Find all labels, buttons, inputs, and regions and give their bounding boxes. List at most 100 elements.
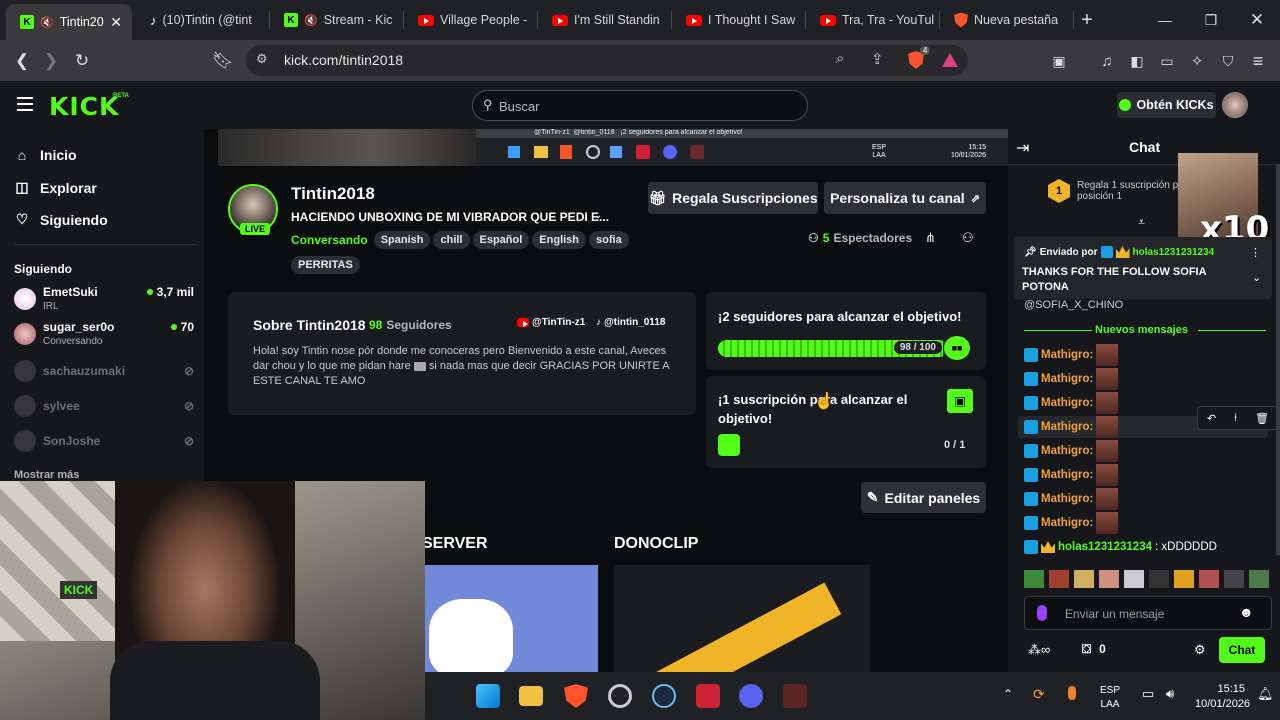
chat-message[interactable]: Mathigro: — [1024, 416, 1119, 438]
browser-tab-active[interactable]: K 🔇 Tintin20 ✕ — [6, 4, 132, 40]
chat-message[interactable]: Mathigro: — [1024, 392, 1119, 414]
microphone-icon[interactable] — [1068, 686, 1076, 700]
browser-tab[interactable]: I'm Still Standin — [538, 0, 672, 40]
site-settings-icon[interactable]: ⚙ — [256, 51, 268, 67]
emote-icon[interactable] — [1024, 570, 1044, 588]
chat-username[interactable]: Mathigro: — [1041, 493, 1093, 505]
chat-message[interactable]: Mathigro: — [1024, 464, 1119, 486]
app-icon[interactable] — [783, 684, 807, 708]
donoclip-panel[interactable] — [614, 565, 870, 672]
category-link[interactable]: Conversando — [291, 233, 368, 247]
sidebar-channel-sonjoshe[interactable]: SonJoshe ⊘ — [14, 427, 194, 457]
send-chat-button[interactable]: Chat — [1219, 637, 1265, 663]
new-tab-button[interactable]: + — [1074, 0, 1100, 40]
tag[interactable]: Spanish — [373, 231, 431, 249]
show-more-link[interactable]: Mostrar más — [14, 469, 79, 481]
chat-username[interactable]: Mathigro: — [1041, 373, 1093, 385]
microphone-icon[interactable] — [1037, 605, 1047, 621]
tag[interactable]: sofia — [589, 231, 629, 249]
chat-message[interactable]: Mathigro: — [1024, 512, 1119, 534]
tray-chevron-icon[interactable]: ⌃ — [1003, 687, 1013, 701]
share-icon[interactable]: ⋔ — [925, 230, 936, 246]
chat-message-input[interactable]: Enviar un mensaje ☻ — [1024, 596, 1272, 630]
youtube-link[interactable]: @TinTin-z1 — [517, 317, 585, 328]
browser-tab[interactable]: Nueva pestaña — [940, 0, 1074, 40]
brave-icon[interactable] — [564, 684, 588, 708]
minimize-button[interactable]: — — [1142, 0, 1188, 40]
tag[interactable]: PERRITAS — [291, 256, 360, 274]
collapse-chat-icon[interactable]: ⇥ — [1016, 138, 1029, 158]
stream-video-player[interactable]: @TinTin-z1 @tintin_0118 ¡2 seguidores pa… — [218, 129, 1008, 166]
brave-rewards-icon[interactable] — [942, 53, 958, 67]
language-indicator[interactable]: ESP LAA — [1100, 684, 1120, 712]
chat-username[interactable]: Mathigro: — [1041, 469, 1093, 481]
discord-icon[interactable] — [739, 684, 763, 708]
gift-subs-button[interactable]: 🎁︎ Regala Suscripciones — [648, 182, 818, 214]
kicks-balance[interactable]: ⛋ 0 — [1082, 642, 1106, 657]
leo-ai-icon[interactable]: ✧ — [1184, 48, 1210, 74]
expand-chevron-icon[interactable]: ⌄ — [1252, 271, 1261, 284]
chat-message[interactable]: Mathigro: — [1024, 488, 1119, 510]
chat-username[interactable]: Mathigro: — [1041, 397, 1093, 409]
chat-message[interactable]: Mathigro: — [1024, 440, 1119, 462]
reload-icon[interactable]: ↻ — [69, 48, 95, 74]
music-icon[interactable]: ♫ — [1094, 48, 1120, 74]
notification-icon[interactable]: 🔔︎ — [1257, 686, 1274, 702]
emote-icon[interactable] — [1099, 570, 1119, 588]
browser-tab[interactable]: ♪ (10)Tintin (@tint — [136, 0, 270, 40]
kick-logo[interactable]: KICK — [49, 92, 119, 121]
user-avatar[interactable] — [1222, 92, 1248, 118]
customize-channel-button[interactable]: Personaliza tu canal ⇗ — [824, 182, 986, 214]
zoom-icon[interactable]: ⌕ — [836, 50, 844, 67]
chat-settings-icon[interactable]: ⚙ — [1194, 642, 1206, 658]
chat-username[interactable]: Mathigro: — [1041, 445, 1093, 457]
windows-start-icon[interactable] — [476, 684, 500, 708]
share-icon[interactable]: ⇪ — [871, 50, 884, 68]
reply-icon[interactable]: ↶ — [1207, 412, 1216, 425]
browser-tab[interactable]: Tra, Tra - YouTul — [806, 0, 940, 40]
volume-icon[interactable]: 🔊︎ — [1166, 686, 1174, 702]
tag[interactable]: chill — [433, 231, 470, 249]
bookmark-icon[interactable]: 🔖︎ — [210, 48, 236, 74]
close-tab-icon[interactable]: ✕ — [110, 14, 122, 31]
tiktok-link[interactable]: ♪ @tintin_0118 — [596, 317, 665, 328]
discord-server-panel[interactable] — [425, 565, 598, 672]
channel-name[interactable]: Tintin2018 — [291, 184, 375, 204]
update-icon[interactable]: ⟳ — [1033, 686, 1045, 703]
chrome-icon[interactable] — [608, 684, 632, 708]
expand-chevron-icon[interactable]: ⩡ — [1138, 215, 1145, 230]
sidebar-channel-sugar[interactable]: sugar_ser0o Conversando 70 — [14, 320, 194, 350]
chat-message[interactable]: Mathigro: — [1024, 344, 1119, 366]
menu-icon[interactable]: ≡ — [1245, 48, 1271, 74]
back-icon[interactable]: ❮ — [9, 48, 35, 74]
gift-sub-button[interactable]: ▣ — [947, 389, 973, 413]
steam-icon[interactable] — [652, 684, 676, 708]
emote-icon[interactable] — [1124, 570, 1144, 588]
chat-username[interactable]: holas1231231234 — [1058, 541, 1152, 553]
file-explorer-icon[interactable] — [519, 686, 543, 706]
emote-icon[interactable] — [1199, 570, 1219, 588]
forward-icon[interactable]: ❯ — [38, 48, 64, 74]
tag[interactable]: Español — [472, 231, 530, 249]
pin-icon[interactable]: ⍿ — [1234, 412, 1237, 425]
more-options-icon[interactable]: ⋮ — [1250, 246, 1261, 259]
maximize-button[interactable]: ❐ — [1188, 0, 1234, 40]
emote-icon[interactable] — [1049, 570, 1069, 588]
sidebar-icon[interactable]: ◧ — [1124, 48, 1150, 74]
moderation-icon[interactable]: ⚇ — [962, 230, 974, 246]
network-icon[interactable]: ▭ — [1142, 686, 1154, 702]
emote-icon[interactable] — [1174, 570, 1194, 588]
nav-following[interactable]: ♡ Siguiendo — [14, 211, 108, 228]
nav-home[interactable]: ⌂ Inicio — [14, 147, 77, 163]
browser-tab[interactable]: Village People - — [404, 0, 538, 40]
emote-icon[interactable] — [1224, 570, 1244, 588]
search-input[interactable]: ⚲ Buscar — [472, 90, 808, 121]
hamburger-menu-icon[interactable] — [17, 97, 33, 111]
chat-username[interactable]: Mathigro: — [1041, 517, 1093, 529]
wallet-icon[interactable]: ▭ — [1154, 48, 1180, 74]
sidebar-channel-sachauzumaki[interactable]: sachauzumaki ⊘ — [14, 357, 194, 387]
edit-panels-button[interactable]: ✎ Editar paneles — [861, 482, 986, 513]
tab-search-icon[interactable]: ▣ — [1046, 48, 1072, 74]
vpn-shield-icon[interactable]: ⛉ — [1215, 48, 1241, 74]
tag[interactable]: English — [532, 231, 587, 249]
